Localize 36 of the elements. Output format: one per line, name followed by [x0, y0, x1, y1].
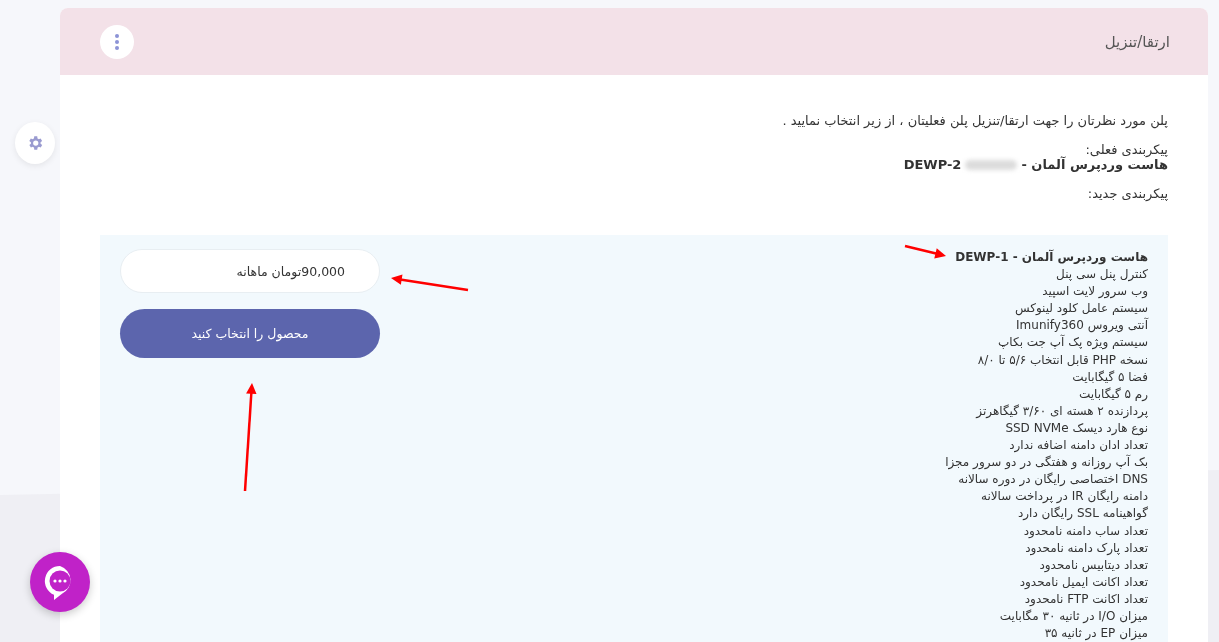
annotation-arrow — [904, 244, 946, 259]
select-product-button[interactable]: محصول را انتخاب کنید — [120, 309, 380, 358]
feature-item: بک آپ روزانه و هفتگی در دو سرور مجزا — [945, 454, 1148, 472]
more-options-button[interactable] — [100, 24, 134, 59]
feature-item: کنترل پنل سی پنل — [1056, 266, 1148, 284]
feature-item: پردازنده ۲ هسته ای ۳/۶۰ گیگاهرتز — [976, 402, 1148, 420]
price-field: 90,000تومان ماهانه — [120, 249, 380, 293]
feature-item: تعداد اکانت ایمیل نامحدود — [1019, 573, 1148, 591]
current-config-label: پیکربندی فعلی: — [1084, 142, 1168, 157]
feature-item: دامنه رایگان IR در پرداخت سالانه — [981, 488, 1148, 506]
instruction-text: پلن مورد نظرتان را جهت ارتقا/تنزیل پلن فعلیتان ، از زیر انتخاب نمایید . — [781, 113, 1168, 128]
feature-item: میزان EP در ثانیه ۳۵ — [1044, 625, 1148, 642]
feature-item: میزان I/O در ثانیه ۳۰ مگابایت — [999, 607, 1148, 625]
current-plan-name: هاست وردپرس آلمان - — [1021, 157, 1168, 172]
feature-item: تعداد ساب دامنه نامحدود — [1023, 522, 1148, 540]
settings-button[interactable] — [15, 122, 55, 164]
feature-item: تعداد دیتابیس نامحدود — [1039, 556, 1148, 574]
feature-item: DNS اختصاصی رایگان در دوره سالانه — [958, 471, 1148, 489]
feature-item: تعداد ادان دامنه اضافه ندارد — [1009, 437, 1148, 454]
new-config-label: پیکربندی جدید: — [1086, 186, 1168, 201]
feature-item: تعداد پارک دامنه نامحدود — [1025, 539, 1148, 557]
page-title: ارتقا/تنزیل — [1104, 32, 1170, 51]
feature-item: فضا ۵ گیگابایت — [1072, 368, 1148, 386]
redacted-text — [965, 159, 1018, 170]
feature-item: آنتی ویروس Imunify360 — [1016, 317, 1148, 334]
plan-title: هاست وردپرس آلمان - DEWP-1 — [955, 249, 1148, 267]
feature-item: سیستم عامل کلود لینوکس — [1014, 300, 1148, 317]
feature-item: سیستم ویژه پک آپ جت بکاپ — [998, 334, 1148, 352]
more-options-icon — [115, 33, 119, 50]
feature-item: گواهینامه SSL رایگان دارد — [1017, 505, 1148, 523]
feature-item: نوع هارد دیسک SSD NVMe — [1005, 419, 1148, 438]
feature-item: تعداد اکانت FTP نامحدود — [1024, 590, 1148, 608]
feature-item: نسخه PHP قابل انتخاب ۵/۶ تا ۸/۰ — [977, 351, 1148, 369]
current-plan-code: DEWP-2 — [903, 157, 962, 172]
feature-item: وب سرور لایت اسپید — [1042, 283, 1148, 301]
feature-item: رم ۵ گیگابایت — [1078, 385, 1148, 403]
